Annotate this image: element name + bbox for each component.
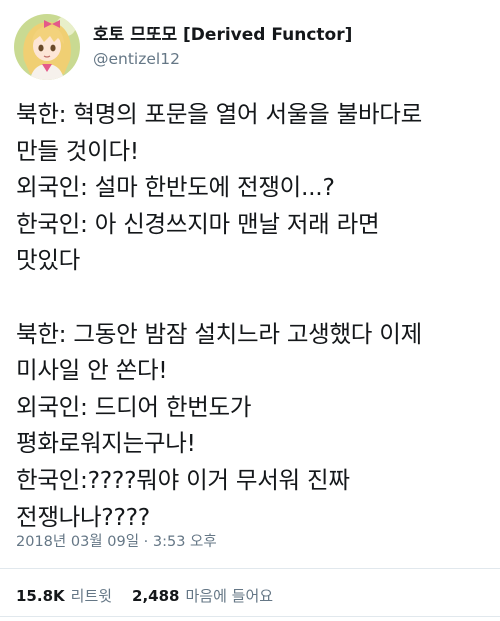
user-names: 호토 므또모 [Derived Functor] @entizel12 xyxy=(93,24,352,70)
tweet-text-line: 미사일 안 쏜다! xyxy=(16,356,168,385)
tweet-text: 북한: 혁명의 포문을 열어 서울을 불바다로 만들 것이다! 외국인: 설마 … xyxy=(16,96,496,535)
anime-girl-avatar-icon xyxy=(14,14,80,80)
tweet-text-blank-line xyxy=(16,279,496,316)
likes-count[interactable]: 2,488 xyxy=(132,587,179,605)
retweets-label[interactable]: 리트윗 xyxy=(71,585,112,606)
tweet: 호토 므또모 [Derived Functor] @entizel12 북한: … xyxy=(0,0,500,621)
tweet-header: 호토 므또모 [Derived Functor] @entizel12 xyxy=(14,12,352,82)
tweet-text-line: 북한: 그동안 밤잠 설치느라 고생했다 이제 xyxy=(16,319,422,348)
user-handle[interactable]: @entizel12 xyxy=(93,48,352,70)
tweet-text-line: 외국인: 설마 한반도에 전쟁이...? xyxy=(16,173,335,202)
avatar[interactable] xyxy=(14,14,80,80)
tweet-text-line: 만들 것이다! xyxy=(16,136,139,165)
divider xyxy=(0,568,500,569)
retweets-count[interactable]: 15.8K xyxy=(16,587,65,605)
tweet-text-line: 북한: 혁명의 포문을 열어 서울을 불바다로 xyxy=(16,100,422,128)
tweet-text-line: 한국인: 아 신경쓰지마 맨날 저래 라면 xyxy=(16,209,380,238)
tweet-stats: 15.8K 리트윗 2,488 마음에 들어요 xyxy=(16,585,273,606)
tweet-text-line: 외국인: 드디어 한번도가 xyxy=(16,392,252,421)
tweet-text-line: 맛있다 xyxy=(16,246,80,275)
tweet-timestamp[interactable]: 2018년 03월 09일 · 3:53 오후 xyxy=(16,530,217,551)
display-name[interactable]: 호토 므또모 [Derived Functor] xyxy=(93,24,352,46)
divider xyxy=(0,616,500,617)
tweet-text-line: 평화로워지는구나! xyxy=(16,429,196,458)
likes-label[interactable]: 마음에 들어요 xyxy=(186,585,274,606)
tweet-text-line: 한국인:????뭐야 이거 무서워 진짜 xyxy=(16,465,350,494)
